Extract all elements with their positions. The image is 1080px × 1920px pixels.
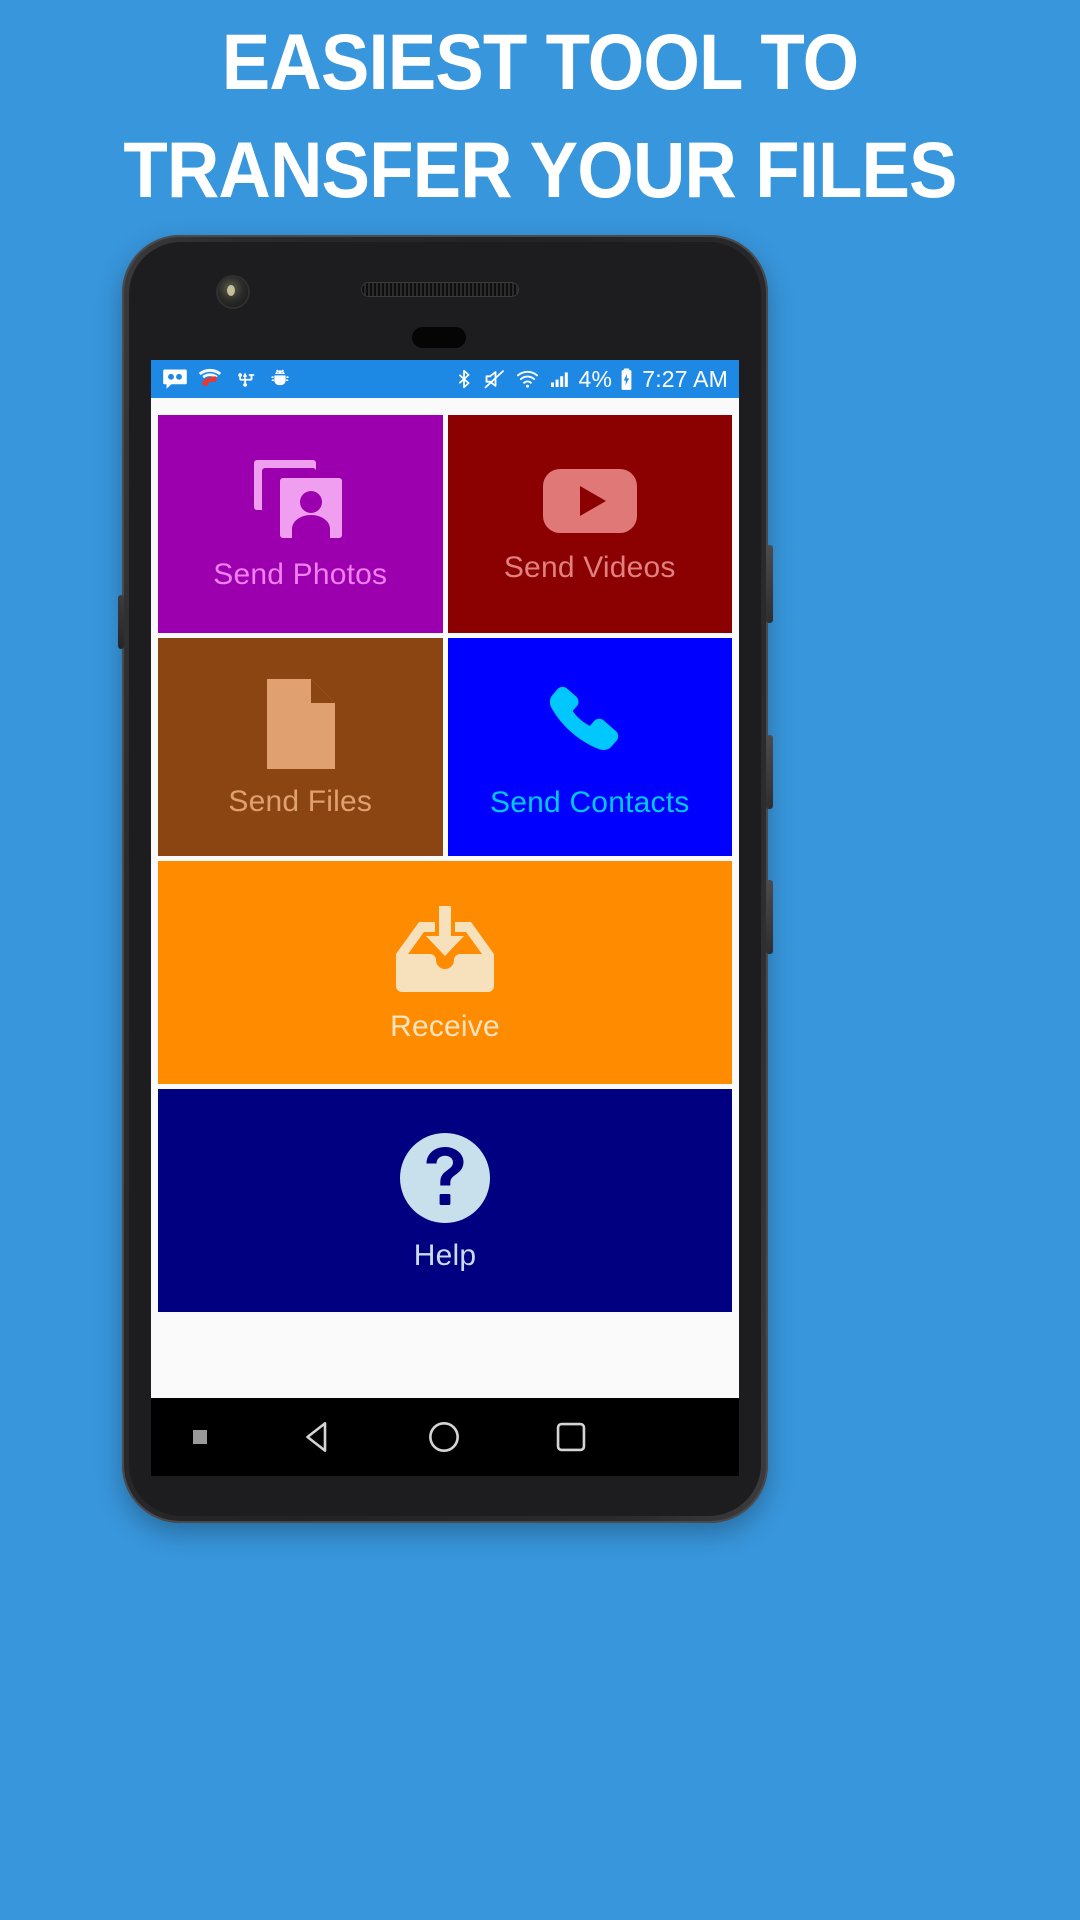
photo-library-icon (252, 458, 348, 544)
phone-screen: 4% 7:27 AM Send Photos Send Videos Send … (151, 360, 739, 1398)
status-clock: 7:27 AM (642, 365, 728, 392)
volume-up-button[interactable] (766, 735, 773, 809)
phone-handset-icon (542, 676, 638, 772)
front-camera-icon (218, 277, 248, 307)
cell-signal-icon (550, 372, 568, 387)
proximity-sensor (412, 327, 466, 348)
volume-mute-icon (484, 370, 504, 389)
sim-tray (118, 595, 124, 649)
wifi-calling-icon (198, 368, 222, 387)
earpiece-speaker (362, 283, 518, 296)
android-debug-icon (271, 369, 289, 386)
headline-line-1: EASIEST TOOL TO (221, 17, 859, 106)
tile-send-contacts[interactable]: Send Contacts (447, 638, 732, 856)
tile-label: Send Photos (213, 558, 388, 591)
tile-help[interactable]: Help (158, 1089, 732, 1312)
tile-send-videos[interactable]: Send Videos (447, 415, 732, 633)
tile-label: Help (413, 1238, 477, 1272)
promo-headline: EASIEST TOOL TO TRANSFER YOUR FILES (43, 8, 1037, 224)
promo-page: EASIEST TOOL TO TRANSFER YOUR FILES 4% 7… (0, 0, 1080, 1920)
voicemail-icon (163, 369, 187, 389)
tile-send-photos[interactable]: Send Photos (158, 415, 443, 633)
tile-row-2: Send Files Send Contacts (158, 638, 732, 856)
tile-grid: Send Photos Send Videos Send Files Send … (151, 398, 739, 1375)
tile-row-1: Send Photos Send Videos (158, 415, 732, 633)
question-circle-icon (398, 1131, 492, 1225)
tile-row-4: Help (158, 1089, 732, 1312)
volume-down-button[interactable] (766, 880, 773, 954)
status-bar: 4% 7:27 AM (151, 360, 739, 398)
usb-icon (238, 372, 255, 387)
tile-label: Send Videos (503, 551, 676, 584)
status-bar-left-icons (162, 366, 293, 392)
nav-recents-icon[interactable] (526, 1416, 616, 1458)
battery-percent-label: 4% (578, 365, 613, 392)
power-button[interactable] (766, 545, 773, 623)
phone-device-mockup: 4% 7:27 AM Send Photos Send Videos Send … (118, 235, 773, 1523)
camera-lens-glint (227, 285, 235, 296)
nav-indicator-dot (193, 1430, 207, 1444)
tile-row-3: Receive (158, 861, 732, 1084)
headline-line-2: TRANSFER YOUR FILES (123, 125, 957, 214)
tile-label: Receive (390, 1009, 500, 1043)
tile-send-files[interactable]: Send Files (158, 638, 443, 856)
inbox-download-icon (394, 904, 496, 996)
nav-back-icon[interactable] (273, 1416, 363, 1458)
android-nav-bar (151, 1398, 739, 1476)
tile-label: Send Contacts (490, 786, 690, 819)
nav-home-icon[interactable] (399, 1416, 489, 1458)
tile-receive[interactable]: Receive (158, 861, 732, 1084)
video-play-icon (541, 465, 639, 537)
status-bar-right-icons: 4% 7:27 AM (453, 366, 728, 393)
wifi-icon (516, 370, 538, 388)
bluetooth-icon (458, 369, 470, 389)
battery-charging-icon (621, 367, 632, 390)
document-icon (261, 677, 339, 771)
tile-label: Send Files (228, 785, 373, 818)
